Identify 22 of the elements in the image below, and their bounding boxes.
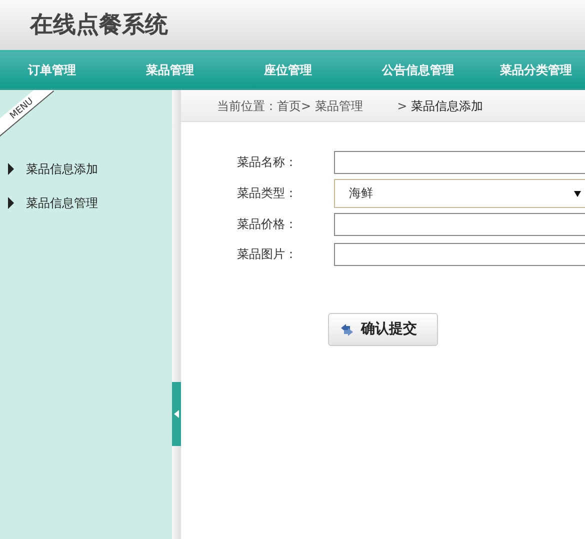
field-label: 菜品价格： (237, 216, 298, 233)
collapse-toggle[interactable] (172, 382, 181, 446)
breadcrumb-text[interactable]: 菜品管理 (315, 96, 364, 114)
submit-button[interactable]: 确认提交 (328, 313, 438, 346)
field-label: 菜品图片： (237, 246, 298, 263)
site-title: 在线点餐系统 (30, 10, 168, 40)
dropdown-arrow-icon (574, 190, 581, 196)
input-field[interactable] (334, 212, 585, 236)
dropdown-field[interactable]: 海鲜 (334, 178, 585, 208)
caret-icon (174, 410, 179, 418)
breadcrumb-text[interactable]: > (397, 96, 408, 114)
field-label: 菜品名称： (237, 154, 298, 171)
sidebar-item[interactable]: 菜品信息添加 (0, 152, 172, 186)
triangle-icon (8, 163, 14, 175)
field-label: 菜品类型： (237, 185, 298, 202)
current-page: 菜品信息添加 (411, 98, 484, 114)
swap-icon (339, 322, 355, 338)
sidebar-item[interactable]: 菜品信息管理 (0, 186, 172, 220)
triangle-icon (8, 197, 14, 209)
input-field[interactable] (334, 242, 585, 266)
input-field[interactable] (334, 150, 585, 174)
breadcrumb-text: 当前位置：首页> (217, 98, 312, 114)
